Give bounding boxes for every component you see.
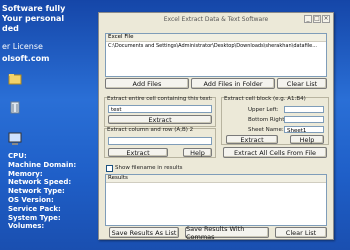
sysinfo-line: Network Speed:	[8, 178, 72, 187]
promo-line: er License	[2, 42, 43, 51]
sheet-name-label: Sheet Name:	[248, 127, 284, 133]
extract-row-group: Extract column and row (A,B) 2 Extract H…	[104, 127, 216, 158]
save-results-commas-button[interactable]: Save Results With Commas	[185, 225, 269, 241]
upper-left-label: Upper Left:	[248, 107, 279, 113]
show-filename-checkbox[interactable]	[106, 165, 113, 172]
show-filename-label: Show filename in results	[115, 165, 183, 171]
promo-line: ded	[2, 24, 19, 33]
sysinfo-line: System Type:	[8, 213, 61, 222]
extract-row-input[interactable]	[108, 137, 212, 145]
promo-line: Software fully	[2, 4, 66, 13]
clear-files-button[interactable]: Clear List	[277, 78, 327, 89]
save-results-list-button[interactable]: Save Results As List	[109, 227, 179, 238]
sysinfo-line: Machine Domain:	[8, 160, 77, 169]
bottom-right-label: Bottom Right:	[248, 117, 287, 123]
folder-icon[interactable]	[8, 72, 22, 86]
sheet-name-input[interactable]: Sheet1	[284, 126, 324, 133]
upper-left-input[interactable]	[284, 106, 324, 113]
app-window: Excel Extract Data & Text Software _ □ ×…	[98, 12, 334, 241]
system-info: CPU: Machine Domain: Memory: Network Spe…	[8, 152, 76, 231]
extract-block-button[interactable]: Extract	[226, 135, 278, 144]
sysinfo-line: OS Version:	[8, 195, 54, 204]
sysinfo-line: CPU:	[8, 152, 27, 160]
extract-row-help-button[interactable]: Help	[183, 148, 212, 157]
extract-row-button[interactable]: Extract	[108, 148, 168, 157]
extract-text-input[interactable]: test	[108, 105, 212, 113]
file-list-item[interactable]: C:\Documents and Settings\Administrator\…	[108, 43, 317, 49]
extract-text-button[interactable]: Extract	[108, 115, 212, 124]
file-list[interactable]: Excel File C:\Documents and Settings\Adm…	[105, 33, 327, 77]
recycle-bin-icon[interactable]	[8, 100, 22, 114]
promo-link[interactable]: olsoft.com	[2, 54, 49, 63]
close-icon[interactable]: ×	[322, 15, 330, 23]
extract-block-label: Extract cell block (e.g. A1:B4)	[224, 96, 306, 102]
extract-text-label: Extract entire cell containing this text…	[107, 96, 213, 102]
results-header: Results	[106, 175, 326, 183]
add-folder-button[interactable]: Add Files in Folder	[191, 78, 275, 89]
computer-icon[interactable]	[8, 132, 22, 146]
promo-line: Your personal	[2, 14, 65, 23]
sysinfo-line: Network Type:	[8, 187, 65, 196]
window-title: Excel Extract Data & Text Software	[163, 15, 269, 23]
clear-results-button[interactable]: Clear List	[275, 227, 327, 238]
maximize-icon[interactable]: □	[313, 15, 321, 23]
title-bar[interactable]: Excel Extract Data & Text Software _ □ ×	[99, 13, 333, 25]
extract-block-group: Extract cell block (e.g. A1:B4) Upper Le…	[221, 96, 329, 145]
sysinfo-line: Service Pack:	[8, 204, 61, 213]
minimize-icon[interactable]: _	[304, 15, 312, 23]
results-list[interactable]: Results	[105, 174, 327, 226]
file-list-header: Excel File	[106, 34, 326, 42]
sysinfo-line: Memory:	[8, 169, 43, 178]
sysinfo-line: Volumes:	[8, 222, 45, 231]
promo-banner: Software fully Your personal ded er Lice…	[0, 0, 90, 70]
extract-all-cells-button[interactable]: Extract All Cells From File	[223, 147, 327, 158]
extract-text-group: Extract entire cell containing this text…	[104, 96, 216, 127]
extract-block-help-button[interactable]: Help	[290, 135, 324, 144]
bottom-right-input[interactable]	[284, 116, 324, 123]
extract-row-label: Extract column and row (A,B) 2	[107, 127, 194, 133]
add-files-button[interactable]: Add Files	[105, 78, 189, 89]
